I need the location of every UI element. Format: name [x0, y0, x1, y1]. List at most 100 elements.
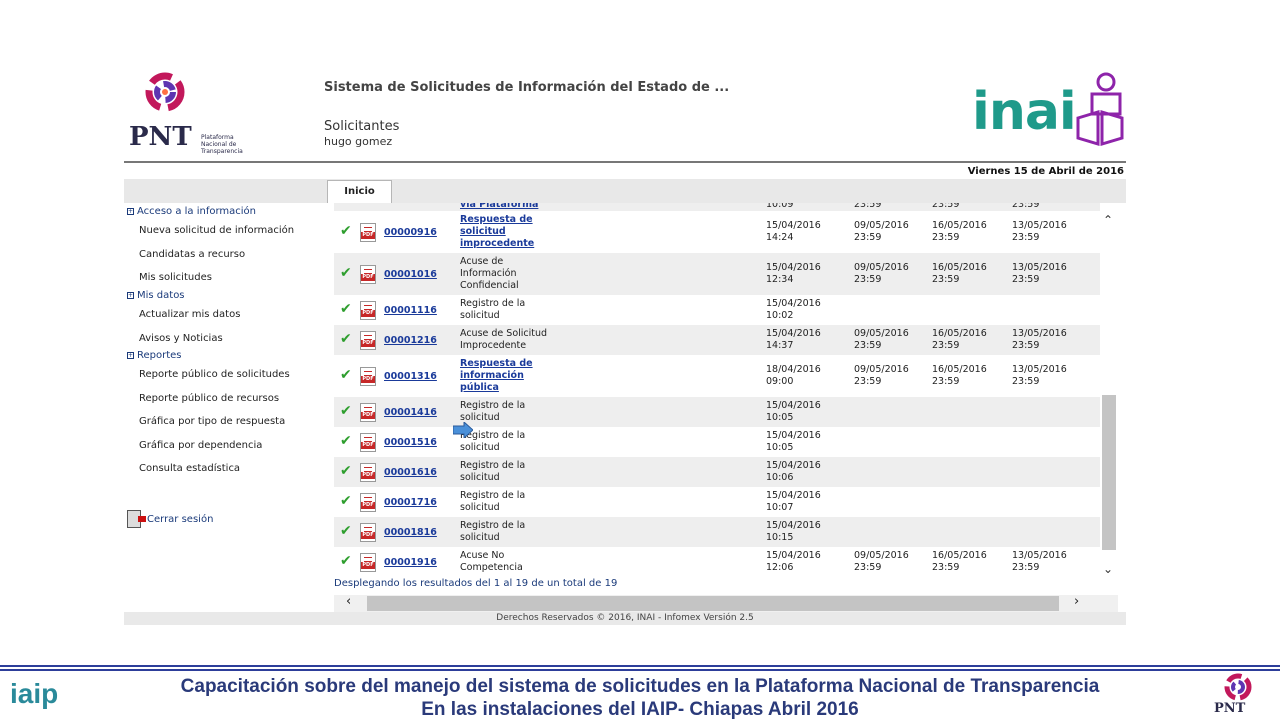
row-date-value: 23:59 [854, 232, 882, 243]
folio-link[interactable]: 00001616 [384, 467, 437, 478]
folio-link[interactable]: 00001716 [384, 497, 437, 508]
pdf-icon[interactable]: PDF [360, 301, 376, 320]
folio-link[interactable]: 00001216 [384, 335, 437, 346]
folio-link[interactable]: 00001016 [384, 269, 437, 280]
horizontal-scrollbar[interactable]: ‹ › [334, 594, 1118, 612]
pdf-icon[interactable]: PDF [360, 463, 376, 482]
row-date-value: 09/05/2016 [854, 364, 909, 375]
folio-link[interactable]: 00001316 [384, 371, 437, 382]
sidebar-item-candidatas[interactable]: Candidatas a recurso [139, 249, 245, 260]
expand-icon: + [127, 352, 134, 359]
row-date-value: 13/05/2016 [1012, 364, 1067, 375]
pdf-icon[interactable]: PDF [360, 433, 376, 452]
logout-link[interactable]: Cerrar sesión [127, 510, 213, 528]
sidebar-section-label: Acceso a la información [137, 206, 257, 217]
sidebar-section-reportes[interactable]: + Reportes [127, 350, 182, 361]
pdf-icon[interactable]: PDF [360, 523, 376, 542]
sidebar-item-actualizar-datos[interactable]: Actualizar mis datos [139, 309, 240, 320]
row-date-value: 23:59 [854, 376, 882, 387]
row-date-value: 15/04/2016 [766, 400, 821, 411]
row-description[interactable]: vía Plataforma [460, 203, 560, 211]
row-date-3: 16/05/2016 23:59 [932, 364, 987, 388]
row-date-1: 15/04/2016 10:15 [766, 520, 821, 544]
date-bar: Viernes 15 de Abril de 2016 [124, 161, 1126, 179]
scroll-down-icon[interactable]: ⌄ [1103, 562, 1113, 576]
folio-link[interactable]: 00001816 [384, 527, 437, 538]
pdf-icon[interactable]: PDF [360, 553, 376, 572]
row-date-value: 23:59 [932, 232, 960, 243]
row-date-value: 16/05/2016 [932, 220, 987, 231]
row-date-1: 15/04/2016 10:05 [766, 430, 821, 454]
scroll-up-icon[interactable]: ⌃ [1103, 213, 1113, 227]
pointer-arrow-icon [453, 422, 473, 438]
vertical-scrollbar[interactable]: ⌃ ⌄ [1100, 203, 1118, 584]
pdf-icon[interactable]: PDF [360, 331, 376, 350]
row-date-4: 13/05/2016 23:59 [1012, 220, 1067, 244]
sidebar-section-acceso[interactable]: + Acceso a la información [127, 206, 256, 217]
row-date-3: 16/05/2016 23:59 [932, 550, 987, 574]
row-date-1: 15/04/2016 12:34 [766, 262, 821, 286]
row-date-value: 12:06 [766, 562, 794, 573]
row-description-line: Acuse No [460, 550, 505, 561]
row-date-3: 16/05/2016 23:59 [932, 262, 987, 286]
inai-figure-icon [1076, 72, 1124, 147]
row-date-value: 15/04/2016 [766, 460, 821, 471]
sidebar-section-mis-datos[interactable]: + Mis datos [127, 290, 185, 301]
folio-link[interactable]: 00001516 [384, 437, 437, 448]
row-description-line: Registro de la [460, 520, 526, 531]
row-date-4: 13/05/2016 23:59 [1012, 328, 1067, 352]
row-date-4: 23:59 [1012, 203, 1040, 210]
row-date-1: 15/04/2016 14:24 [766, 220, 821, 244]
inai-logo-text: inai [972, 82, 1077, 142]
check-icon: ✔ [340, 403, 352, 419]
row-description-line: Competencia [460, 562, 523, 573]
pdf-icon[interactable]: PDF [360, 223, 376, 242]
row-date-1: 15/04/2016 10:06 [766, 460, 821, 484]
row-description[interactable]: Respuesta de solicitud improcedente [460, 214, 560, 250]
pdf-icon[interactable]: PDF [360, 265, 376, 284]
pdf-icon[interactable]: PDF [360, 493, 376, 512]
folio-link[interactable]: 00001116 [384, 305, 437, 316]
expand-icon: + [127, 292, 134, 299]
sidebar-item-consulta-estadistica[interactable]: Consulta estadística [139, 463, 240, 474]
row-date-3: 23:59 [932, 203, 960, 210]
vertical-scroll-thumb[interactable] [1102, 395, 1116, 550]
row-date-1: 15/04/2016 10:02 [766, 298, 821, 322]
table-row: ✔ PDF 00001116 Registro de la solicitud 15/04… [334, 295, 1108, 325]
sidebar-item-avisos[interactable]: Avisos y Noticias [139, 333, 223, 344]
sidebar-item-nueva-solicitud[interactable]: Nueva solicitud de información [139, 225, 294, 236]
pdf-icon[interactable]: PDF [360, 403, 376, 422]
folio-link[interactable]: 00001416 [384, 407, 437, 418]
row-description-line: solicitud [460, 310, 500, 321]
sidebar-item-grafica-tipo[interactable]: Gráfica por tipo de respuesta [139, 416, 285, 427]
sidebar-item-mis-solicitudes[interactable]: Mis solicitudes [139, 272, 212, 283]
row-description: Registro de la solicitud [460, 520, 560, 544]
sidebar-section-label: Mis datos [137, 290, 185, 301]
sidebar-item-grafica-dependencia[interactable]: Gráfica por dependencia [139, 440, 262, 451]
row-description-line: solicitud [460, 502, 500, 513]
tab-bar [124, 179, 1126, 203]
check-icon: ✔ [340, 433, 352, 449]
row-date-value: 23:59 [932, 340, 960, 351]
sidebar-item-reporte-recursos[interactable]: Reporte público de recursos [139, 393, 279, 404]
row-date-2: 09/05/2016 23:59 [854, 550, 909, 574]
sidebar-item-reporte-solicitudes[interactable]: Reporte público de solicitudes [139, 369, 290, 380]
row-date-1: 15/04/2016 10:05 [766, 400, 821, 424]
row-date-value: 13/05/2016 [1012, 262, 1067, 273]
row-description: Acuse No Competencia [460, 550, 560, 574]
folio-link[interactable]: 00000916 [384, 227, 437, 238]
tab-inicio[interactable]: Inicio [327, 180, 392, 204]
folio-link[interactable]: 00001916 [384, 557, 437, 568]
horizontal-scroll-thumb[interactable] [367, 596, 1059, 611]
inai-logo: inai [972, 72, 1128, 152]
scroll-right-icon[interactable]: › [1074, 594, 1079, 609]
row-description[interactable]: Respuesta de información pública [460, 358, 560, 394]
row-description-line: Improcedente [460, 340, 527, 351]
scroll-left-icon[interactable]: ‹ [346, 594, 351, 609]
app-window: PNT Plataforma Nacional de Transparencia… [124, 60, 1126, 625]
table-row: ✔ PDF 00001816 Registro de la solicitud 15/04… [334, 517, 1108, 547]
row-date-value: 10:02 [766, 310, 794, 321]
pdf-icon[interactable]: PDF [360, 367, 376, 386]
user-name: hugo gomez [324, 135, 393, 148]
sidebar-section-label: Reportes [137, 350, 182, 361]
